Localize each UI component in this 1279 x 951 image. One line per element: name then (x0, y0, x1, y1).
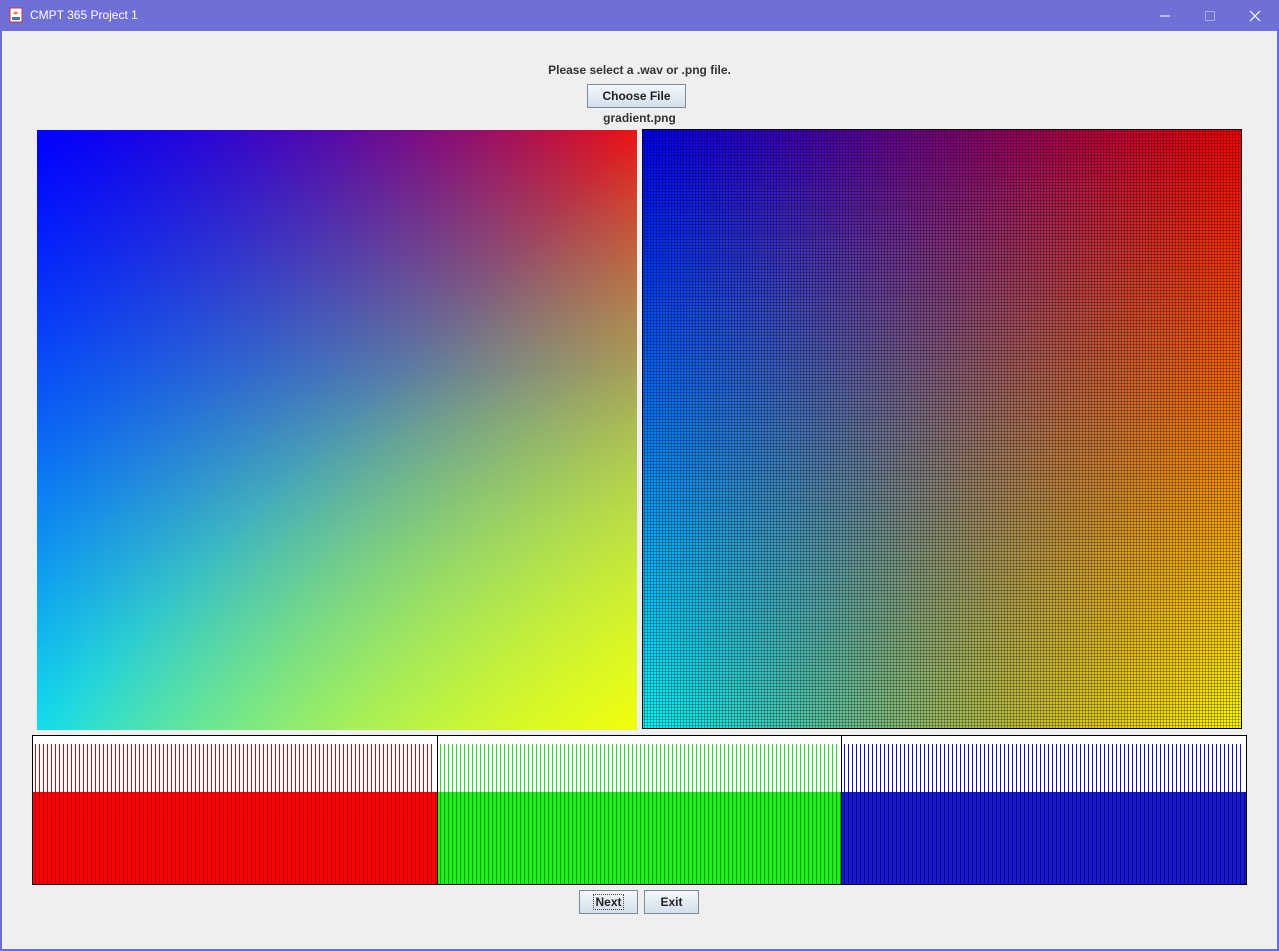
image-layer (37, 130, 637, 730)
histogram-bars (439, 744, 840, 792)
histogram-fill (842, 792, 1247, 884)
minimize-icon (1159, 15, 1170, 16)
close-icon (1249, 10, 1260, 21)
histogram-fill (437, 792, 842, 884)
select-file-prompt: Please select a .wav or .png file. (548, 63, 731, 77)
choose-file-button[interactable]: Choose File (587, 84, 686, 108)
selected-file-name: gradient.png (603, 111, 676, 125)
java-app-icon (9, 7, 23, 23)
histogram-fill (33, 792, 437, 884)
close-button[interactable] (1232, 0, 1277, 31)
next-button-label: Next (593, 894, 624, 910)
app-content: Please select a .wav or .png file. Choos… (2, 31, 1277, 949)
exit-button[interactable]: Exit (644, 890, 699, 914)
image-layer (37, 130, 637, 730)
window-title: CMPT 365 Project 1 (30, 8, 138, 22)
color-histogram (32, 735, 1247, 885)
title-bar[interactable]: CMPT 365 Project 1 (0, 0, 1279, 31)
red-histogram (33, 736, 438, 884)
maximize-button[interactable] (1187, 0, 1232, 31)
blue-histogram (842, 736, 1247, 884)
green-histogram (437, 736, 843, 884)
minimize-button[interactable] (1142, 0, 1187, 31)
next-button[interactable]: Next (579, 890, 638, 914)
dithered-image (642, 129, 1242, 729)
dither-pattern (643, 130, 1241, 728)
histogram-bars (844, 744, 1245, 792)
maximize-icon (1204, 10, 1215, 21)
original-image (37, 130, 637, 730)
histogram-bars (35, 744, 435, 792)
